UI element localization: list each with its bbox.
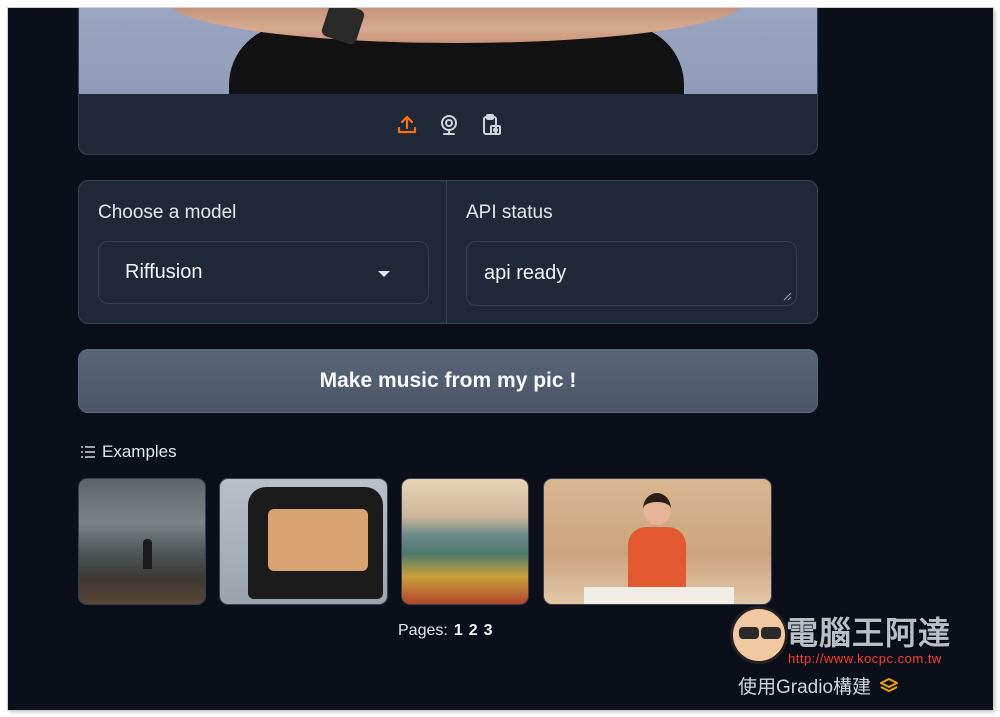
watermark-title: 電腦王阿達 [786, 615, 952, 651]
api-status-value: api ready [484, 262, 567, 284]
list-icon [81, 446, 95, 458]
image-input-panel[interactable] [78, 8, 818, 155]
api-status-column: API status api ready [447, 181, 817, 323]
gradio-logo-icon [880, 677, 899, 692]
chevron-down-icon [378, 271, 390, 277]
image-source-toolbar [79, 94, 817, 154]
example-thumbnail-car-cartoon[interactable] [219, 478, 388, 605]
model-column: Choose a model Riffusion [79, 181, 447, 323]
page-link-2[interactable]: 2 [469, 622, 478, 640]
webcam-icon[interactable] [435, 111, 463, 139]
examples-pagination: Pages: 1 2 3 [398, 622, 493, 640]
example-thumbnail-woman[interactable] [543, 478, 772, 605]
api-status-field[interactable]: api ready [466, 241, 797, 306]
make-music-button[interactable]: Make music from my pic ! [78, 349, 818, 413]
app-frame: Choose a model Riffusion API status api … [8, 8, 993, 710]
pagination-label: Pages: [398, 622, 448, 639]
clipboard-image-icon[interactable] [477, 111, 505, 139]
api-status-label: API status [466, 202, 553, 223]
example-thumbnail-mountains[interactable] [401, 478, 529, 605]
model-label: Choose a model [98, 202, 237, 223]
settings-row: Choose a model Riffusion API status api … [78, 180, 818, 324]
built-with-text: 使用Gradio構建 [738, 677, 872, 698]
model-selected-value: Riffusion [125, 261, 203, 283]
page-link-3[interactable]: 3 [484, 622, 493, 640]
model-dropdown[interactable]: Riffusion [98, 241, 429, 304]
examples-label: Examples [102, 442, 177, 461]
upload-icon[interactable] [393, 111, 421, 139]
example-thumbnail-stormy-sea[interactable] [78, 478, 206, 605]
built-with-gradio-link[interactable]: 使用Gradio構建 [738, 672, 899, 699]
watermark-mascot-icon [730, 606, 788, 664]
uploaded-image-preview [79, 8, 817, 94]
page-link-1[interactable]: 1 [454, 622, 463, 640]
examples-header: Examples [80, 442, 177, 462]
watermark-url: http://www.kocpc.com.tw [788, 651, 942, 666]
resize-grip-icon[interactable] [782, 291, 792, 301]
